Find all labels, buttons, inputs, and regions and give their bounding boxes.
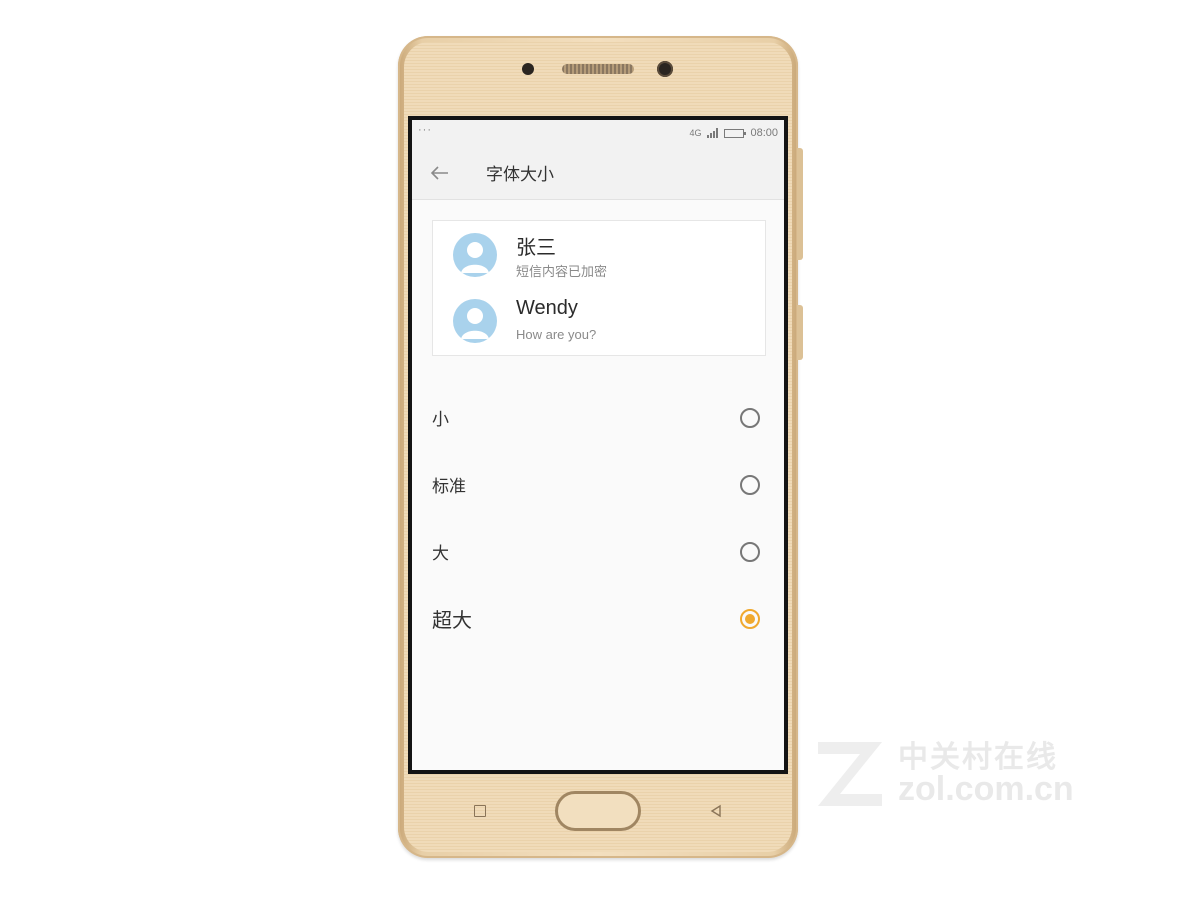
- option-label: 大: [432, 544, 449, 564]
- person-avatar-icon: [453, 299, 497, 343]
- font-size-options: 小 标准 大 超大: [412, 384, 784, 652]
- radio-button[interactable]: [740, 541, 760, 562]
- network-type: 4G: [689, 128, 702, 138]
- power-button: [797, 305, 803, 360]
- option-label: 标准: [432, 477, 466, 497]
- option-label: 超大: [432, 608, 472, 632]
- option-large[interactable]: 大: [412, 518, 784, 585]
- phone-screen: ··· 4G 08:00 字体大小 张三 短信内容已加密 Wendy How a…: [408, 116, 788, 774]
- app-bar: 字体大小: [412, 146, 784, 200]
- contact-message: 短信内容已加密: [516, 264, 608, 279]
- preview-contact: 张三 短信内容已加密: [453, 231, 753, 283]
- radio-button[interactable]: [740, 474, 760, 495]
- watermark: 中关村在线 zol.com.cn: [812, 730, 1132, 820]
- page-title: 字体大小: [486, 165, 554, 185]
- status-indicators: 4G 08:00: [689, 127, 778, 139]
- contact-name: Wendy: [516, 297, 578, 319]
- option-small[interactable]: 小: [412, 384, 784, 451]
- signal-icon: [707, 128, 719, 138]
- earpiece-speaker: [562, 64, 634, 74]
- status-bar: ··· 4G 08:00: [412, 120, 784, 146]
- option-label: 小: [432, 410, 449, 430]
- font-preview-card: 张三 短信内容已加密 Wendy How are you?: [432, 220, 766, 356]
- contact-name: 张三: [516, 237, 556, 259]
- contact-message: How are you?: [516, 327, 597, 342]
- watermark-domain: zol.com.cn: [898, 770, 1074, 808]
- recent-apps-button[interactable]: [474, 805, 486, 817]
- volume-button: [797, 148, 803, 260]
- notification-dots: ···: [418, 124, 432, 136]
- arrow-left-icon: [430, 165, 448, 180]
- battery-icon: [724, 128, 747, 138]
- radio-button[interactable]: [740, 608, 760, 629]
- radio-button[interactable]: [740, 407, 760, 428]
- option-standard[interactable]: 标准: [412, 451, 784, 518]
- preview-contact: Wendy How are you?: [453, 297, 753, 349]
- display: ··· 4G 08:00 字体大小 张三 短信内容已加密 Wendy How a…: [412, 120, 784, 770]
- back-triangle-icon[interactable]: [708, 803, 724, 819]
- clock: 08:00: [750, 127, 778, 139]
- proximity-sensor: [522, 63, 534, 75]
- person-avatar-icon: [453, 233, 497, 277]
- front-camera: [657, 61, 673, 77]
- home-fingerprint-button[interactable]: [555, 791, 641, 831]
- back-button[interactable]: [420, 153, 460, 193]
- zol-logo-icon: [818, 742, 882, 806]
- option-extra-large[interactable]: 超大: [412, 585, 784, 652]
